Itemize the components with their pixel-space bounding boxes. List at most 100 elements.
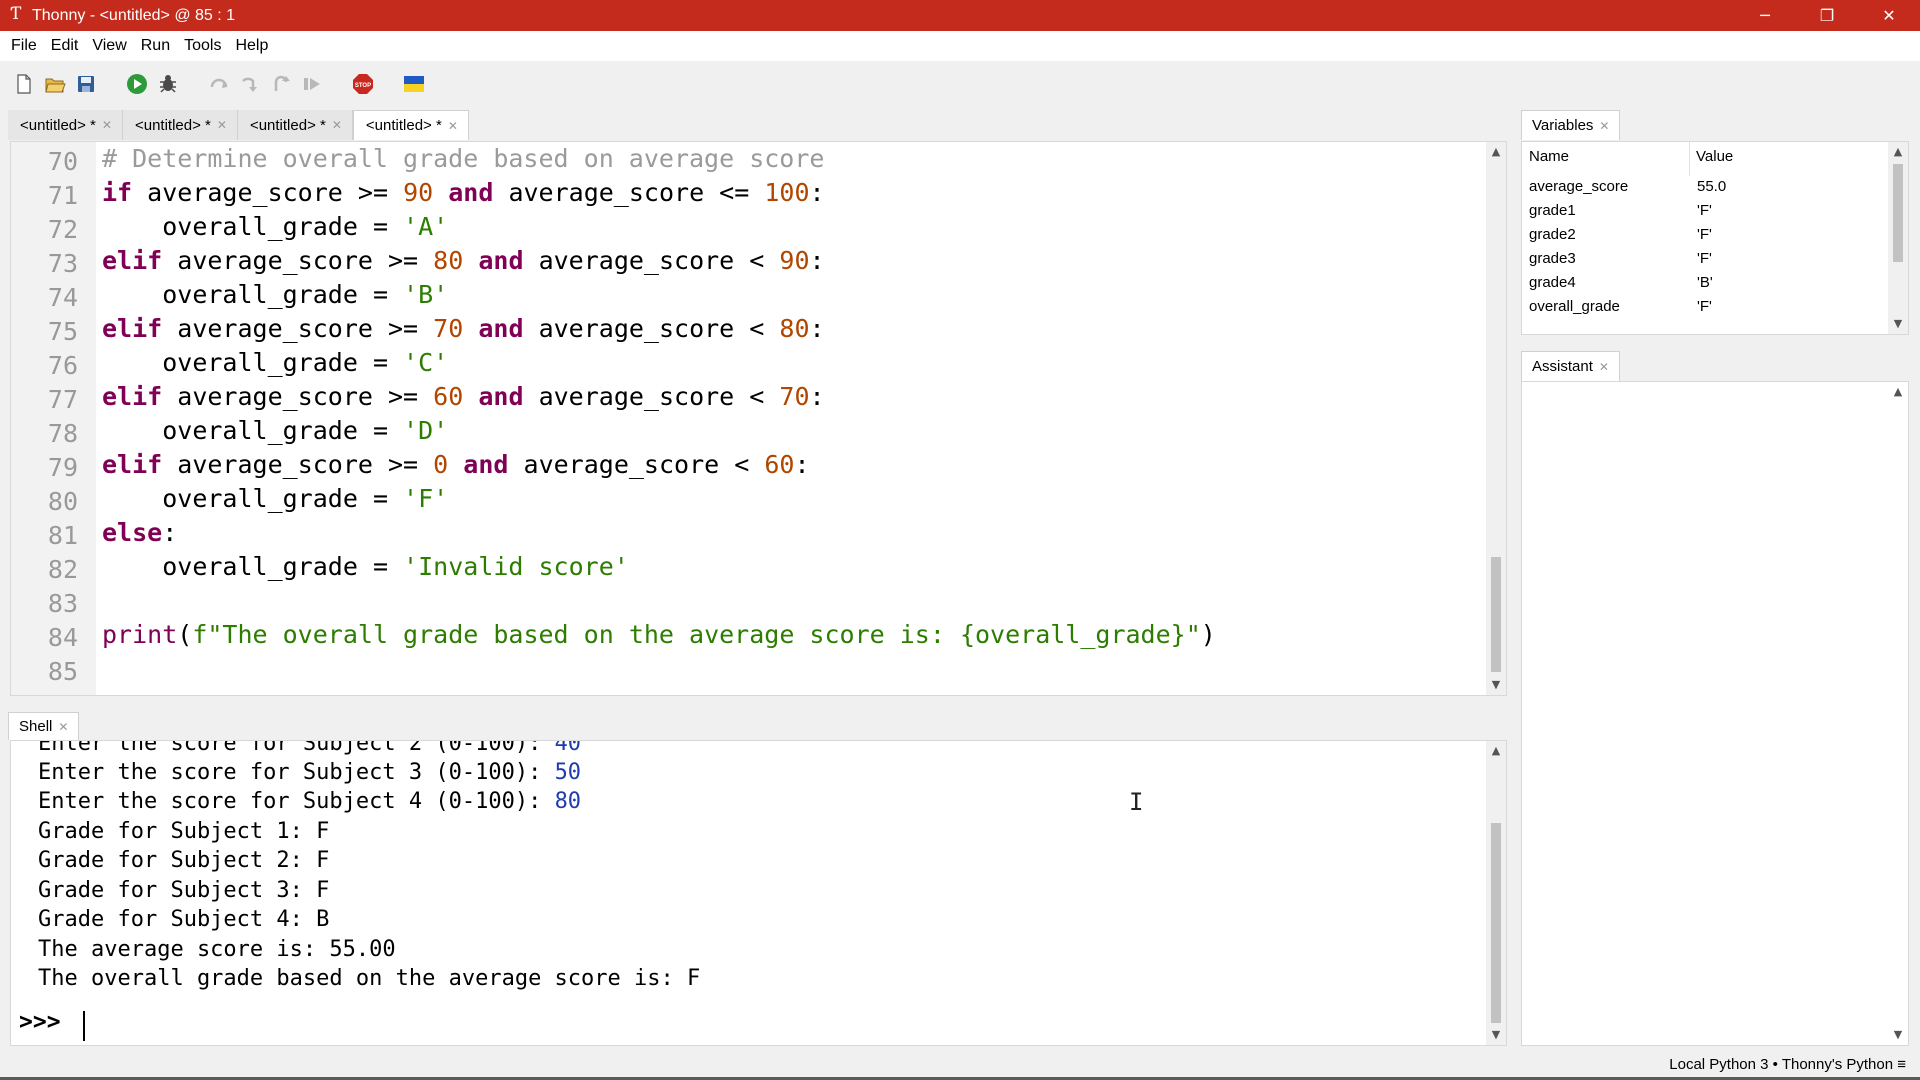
- code-operator: >=: [372, 314, 434, 343]
- code-number: 90: [779, 246, 810, 275]
- restore-button[interactable]: ❐: [1796, 0, 1858, 31]
- tab-variables[interactable]: Variables ✕: [1521, 110, 1621, 140]
- line-number: 77: [47, 385, 78, 414]
- code-identifier: overall_grade: [162, 212, 358, 241]
- scroll-down-icon[interactable]: ▼: [1888, 1025, 1908, 1045]
- run-icon[interactable]: [125, 72, 149, 96]
- code-editor[interactable]: 70 71 72 73 74 75 76 77 78 79 80 81 82 8…: [10, 141, 1507, 696]
- variable-name[interactable]: grade2: [1529, 226, 1576, 243]
- scrollbar-thumb[interactable]: [1893, 164, 1903, 262]
- line-number: 85: [47, 657, 78, 686]
- line-number: 75: [47, 317, 78, 346]
- scroll-up-icon[interactable]: ▲: [1888, 382, 1908, 402]
- editor-tab[interactable]: <untitled> * ✕: [8, 110, 123, 140]
- save-icon[interactable]: [74, 72, 98, 96]
- shell-output: Grade for Subject 3: F: [38, 878, 330, 903]
- editor-tab[interactable]: <untitled> * ✕: [237, 110, 353, 140]
- editor-scrollbar[interactable]: ▲ ▼: [1486, 142, 1506, 695]
- column-divider[interactable]: [1689, 142, 1690, 176]
- minimize-button[interactable]: ─: [1734, 0, 1796, 31]
- variable-value[interactable]: 'F': [1697, 202, 1712, 219]
- code-number: 60: [433, 382, 464, 411]
- menu-file[interactable]: File: [4, 31, 44, 61]
- menu-tools[interactable]: Tools: [177, 31, 228, 61]
- code-operator: <: [734, 314, 780, 343]
- editor-tab-active[interactable]: <untitled> * ✕: [352, 110, 469, 140]
- scroll-up-icon[interactable]: ▲: [1486, 142, 1506, 162]
- code-identifier: average_score: [523, 450, 720, 479]
- code-operator: >=: [372, 246, 434, 275]
- variable-name[interactable]: overall_grade: [1529, 298, 1620, 315]
- shell-console[interactable]: Enter the score for Subject 2 (0-100): 4…: [10, 740, 1507, 1046]
- variable-value[interactable]: 'F': [1697, 250, 1712, 267]
- code-operator: >=: [372, 450, 434, 479]
- code-keyword: elif: [102, 314, 163, 343]
- code-identifier: average_score: [538, 314, 735, 343]
- code-operator: <: [734, 382, 780, 411]
- tab-shell[interactable]: Shell ✕: [8, 712, 80, 740]
- step-over-icon[interactable]: [207, 72, 231, 96]
- close-tab-icon[interactable]: ✕: [1599, 360, 1609, 374]
- step-out-icon[interactable]: [269, 72, 293, 96]
- variable-name[interactable]: average_score: [1529, 178, 1628, 195]
- close-tab-icon[interactable]: ✕: [448, 119, 458, 133]
- close-tab-icon[interactable]: ✕: [217, 118, 227, 132]
- shell-line: Grade for Subject 1: F: [38, 819, 329, 844]
- column-header-name[interactable]: Name: [1529, 148, 1569, 165]
- menu-run[interactable]: Run: [134, 31, 177, 61]
- code-comment: # Determine overall grade based on avera…: [102, 144, 825, 173]
- variable-value[interactable]: 'B': [1697, 274, 1713, 291]
- window-title: Thonny - <untitled> @ 85 : 1: [32, 6, 236, 24]
- variable-value[interactable]: 55.0: [1697, 178, 1726, 195]
- code-line: overall_grade = 'D': [102, 414, 448, 448]
- scroll-down-icon[interactable]: ▼: [1888, 314, 1908, 334]
- menu-help[interactable]: Help: [228, 31, 275, 61]
- variable-name[interactable]: grade4: [1529, 274, 1576, 291]
- code-line: overall_grade = 'F': [102, 482, 448, 516]
- menu-edit[interactable]: Edit: [44, 31, 86, 61]
- open-file-icon[interactable]: [43, 72, 67, 96]
- variables-scrollbar[interactable]: ▲ ▼: [1888, 142, 1908, 334]
- variable-name[interactable]: grade1: [1529, 202, 1576, 219]
- scrollbar-thumb[interactable]: [1491, 557, 1501, 672]
- assistant-scrollbar[interactable]: ▲ ▼: [1888, 382, 1908, 1045]
- scroll-down-icon[interactable]: ▼: [1486, 675, 1506, 695]
- scroll-down-icon[interactable]: ▼: [1486, 1025, 1506, 1045]
- scroll-up-icon[interactable]: ▲: [1888, 142, 1908, 162]
- menu-view[interactable]: View: [85, 31, 133, 61]
- close-button[interactable]: ✕: [1858, 0, 1920, 31]
- code-operator: =: [357, 212, 404, 241]
- editor-tab[interactable]: <untitled> * ✕: [122, 110, 238, 140]
- shell-output: Enter the score for Subject 2 (0-100):: [38, 740, 555, 756]
- stop-icon[interactable]: STOP: [351, 72, 375, 96]
- close-tab-icon[interactable]: ✕: [102, 118, 112, 132]
- close-tab-icon[interactable]: ✕: [58, 720, 68, 734]
- ukraine-flag-icon[interactable]: [402, 72, 426, 96]
- editor-tab-label: <untitled> *: [134, 116, 211, 134]
- column-header-value[interactable]: Value: [1696, 148, 1733, 165]
- code-identifier: average_score: [147, 178, 343, 207]
- debug-icon[interactable]: [156, 72, 180, 96]
- close-tab-icon[interactable]: ✕: [332, 118, 342, 132]
- variable-value[interactable]: 'F': [1697, 298, 1712, 315]
- resume-icon[interactable]: [300, 72, 324, 96]
- variable-name[interactable]: grade3: [1529, 250, 1576, 267]
- close-tab-icon[interactable]: ✕: [1599, 119, 1609, 133]
- code-string: 'Invalid score': [403, 552, 629, 581]
- tab-assistant[interactable]: Assistant ✕: [1521, 351, 1620, 381]
- new-file-icon[interactable]: [12, 72, 36, 96]
- code-builtin: print: [102, 620, 178, 649]
- scroll-up-icon[interactable]: ▲: [1486, 741, 1506, 761]
- svg-text:STOP: STOP: [355, 83, 371, 89]
- scrollbar-thumb[interactable]: [1491, 823, 1501, 1023]
- variable-value[interactable]: 'F': [1697, 226, 1712, 243]
- step-into-icon[interactable]: [238, 72, 262, 96]
- interpreter-status[interactable]: Local Python 3 • Thonny's Python ≡: [1669, 1056, 1906, 1073]
- variables-panel: Name Value average_score 55.0 grade1 'F'…: [1521, 141, 1909, 335]
- code-operator: >=: [372, 382, 434, 411]
- code-identifier: average_score: [177, 382, 373, 411]
- shell-scrollbar[interactable]: ▲ ▼: [1486, 741, 1506, 1045]
- code-operator: =: [357, 280, 404, 309]
- code-identifier: average_score: [177, 450, 373, 479]
